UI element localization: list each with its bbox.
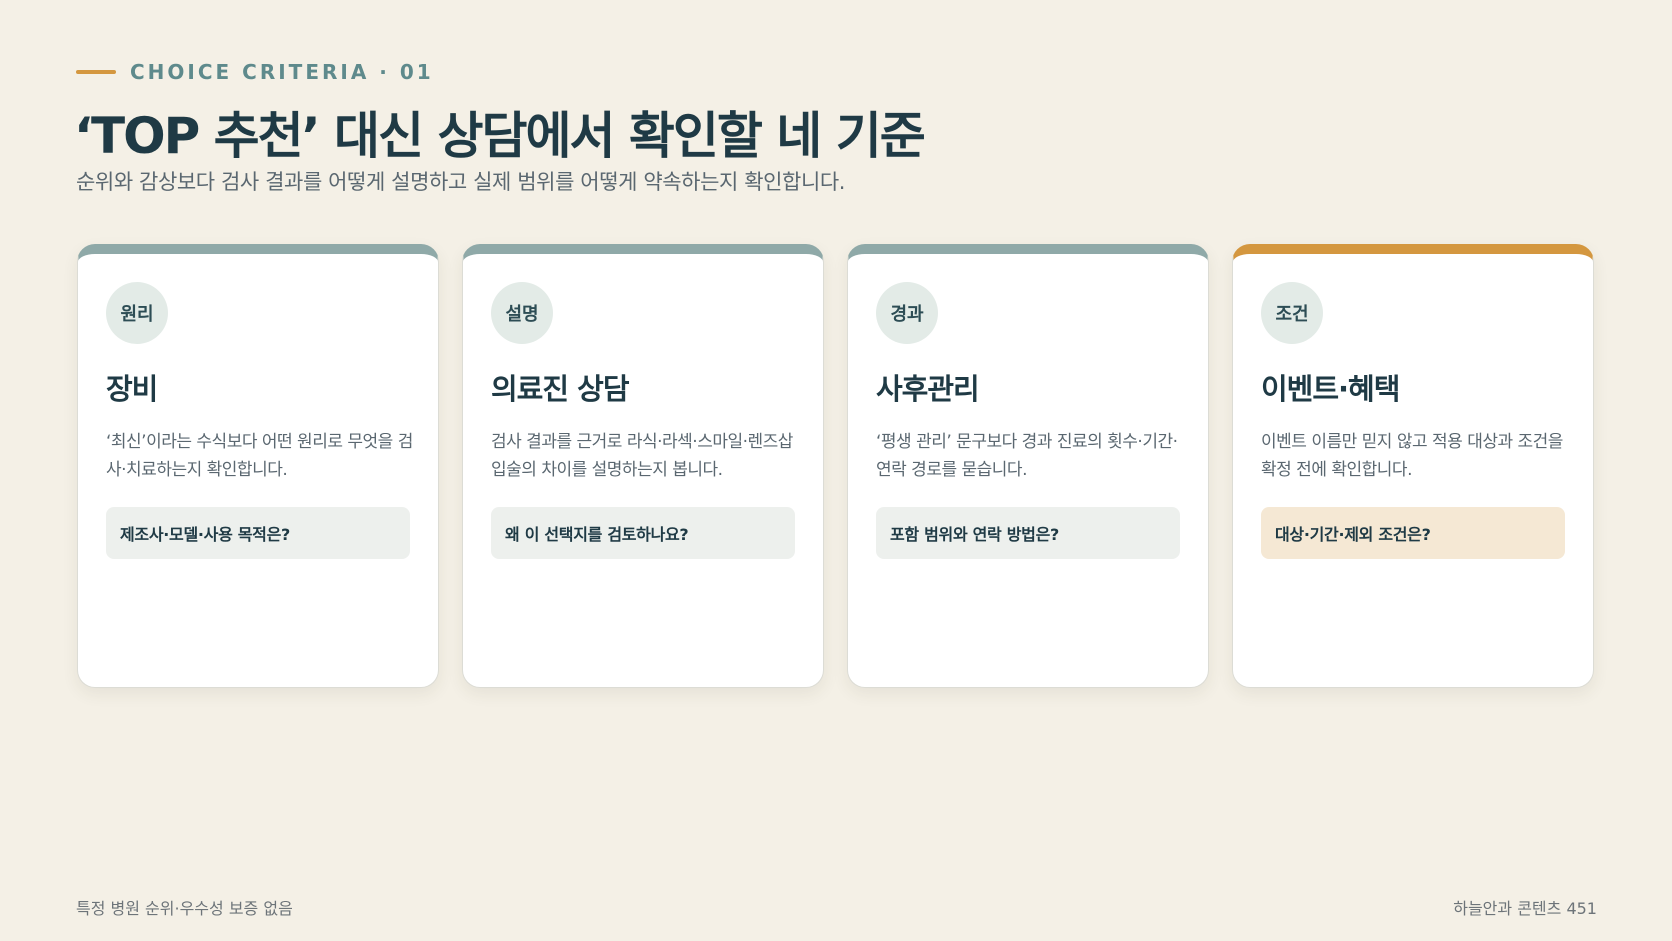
eyebrow-accent-line: [76, 70, 116, 74]
slide: CHOICE CRITERIA · 01 ‘TOP 추천’ 대신 상담에서 확인…: [0, 0, 1672, 941]
card-title: 이벤트·혜택: [1261, 372, 1400, 406]
eyebrow-label: CHOICE CRITERIA · 01: [130, 60, 434, 84]
card-badge: 조건: [1261, 282, 1323, 344]
card-description: ‘평생 관리’ 문구보다 경과 진료의 횟수·기간·연락 경로를 묻습니다.: [876, 432, 1178, 480]
footer-credit: 하늘안과 콘텐츠 451: [1453, 899, 1597, 918]
eyebrow: CHOICE CRITERIA · 01: [76, 60, 434, 84]
criteria-card-events: 조건 이벤트·혜택 이벤트 이름만 믿지 않고 적용 대상과 조건을 확정 전에…: [1232, 244, 1594, 688]
card-title: 의료진 상담: [491, 372, 629, 406]
card-description: 이벤트 이름만 믿지 않고 적용 대상과 조건을 확정 전에 확인합니다.: [1261, 432, 1563, 480]
card-description: 검사 결과를 근거로 라식·라섹·스마일·렌즈삽입술의 차이를 설명하는지 봅니…: [491, 432, 793, 480]
card-badge: 설명: [491, 282, 553, 344]
criteria-card-equipment: 원리 장비 ‘최신’이라는 수식보다 어떤 원리로 무엇을 검사·치료하는지 확…: [77, 244, 439, 688]
card-badge: 경과: [876, 282, 938, 344]
criteria-card-aftercare: 경과 사후관리 ‘평생 관리’ 문구보다 경과 진료의 횟수·기간·연락 경로를…: [847, 244, 1209, 688]
criteria-cards: 원리 장비 ‘최신’이라는 수식보다 어떤 원리로 무엇을 검사·치료하는지 확…: [77, 244, 1594, 688]
card-title: 장비: [106, 372, 158, 406]
page-title: ‘TOP 추천’ 대신 상담에서 확인할 네 기준: [74, 107, 926, 165]
criteria-card-consultation: 설명 의료진 상담 검사 결과를 근거로 라식·라섹·스마일·렌즈삽입술의 차이…: [462, 244, 824, 688]
card-question: 왜 이 선택지를 검토하나요?: [491, 507, 795, 559]
footer-disclaimer: 특정 병원 순위·우수성 보증 없음: [76, 899, 293, 918]
card-question: 포함 범위와 연락 방법은?: [876, 507, 1180, 559]
card-description: ‘최신’이라는 수식보다 어떤 원리로 무엇을 검사·치료하는지 확인합니다.: [106, 432, 413, 480]
card-badge: 원리: [106, 282, 168, 344]
card-title: 사후관리: [876, 372, 980, 406]
page-subtitle: 순위와 감상보다 검사 결과를 어떻게 설명하고 실제 범위를 어떻게 약속하는…: [76, 170, 846, 194]
card-question: 제조사·모델·사용 목적은?: [106, 507, 410, 559]
card-question: 대상·기간·제외 조건은?: [1261, 507, 1565, 559]
